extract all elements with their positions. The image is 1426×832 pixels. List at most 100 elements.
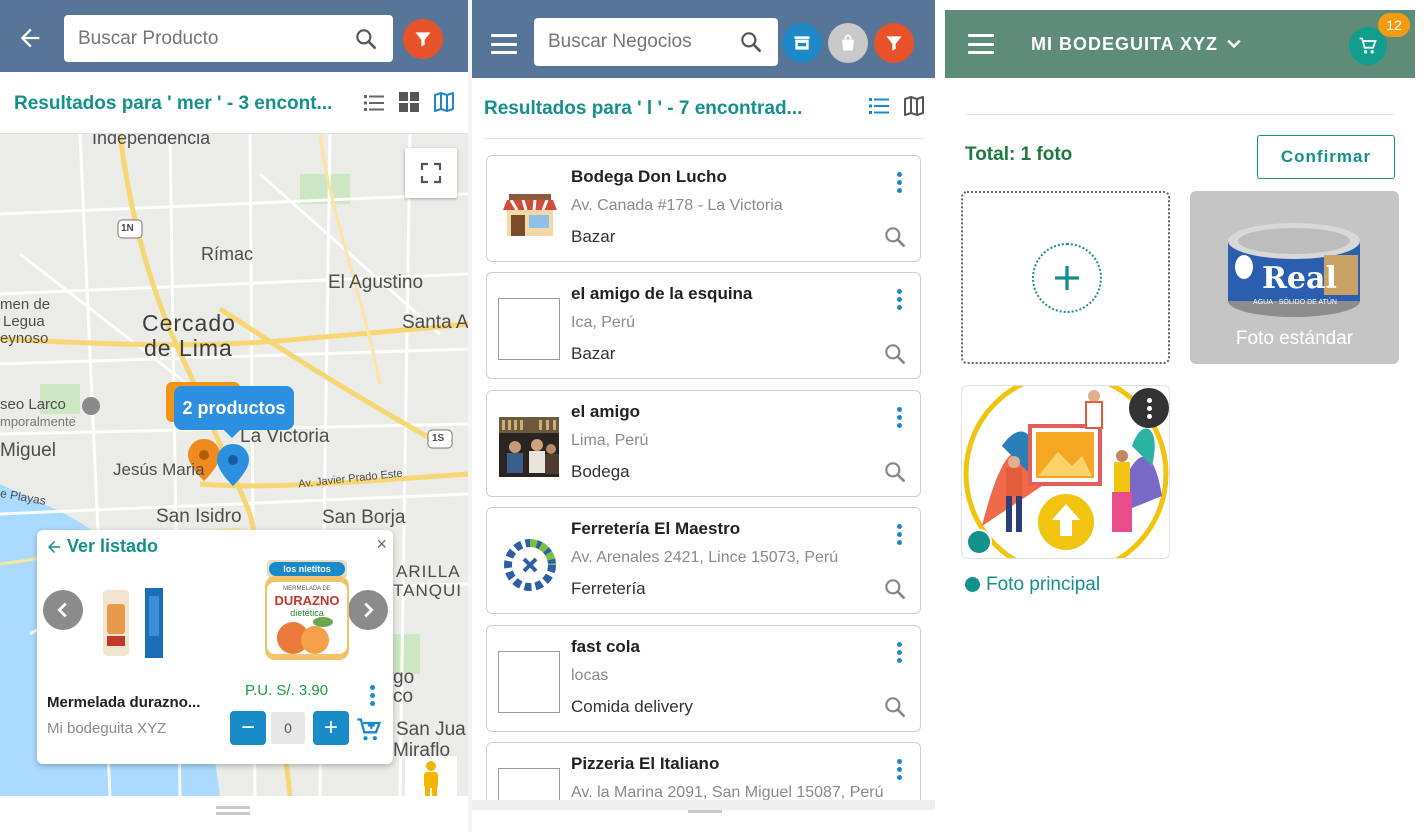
more-options-icon[interactable] (896, 407, 902, 428)
menu-icon[interactable] (968, 34, 994, 54)
product-card: Ver listado × los nietitos MERMELADA DE … (37, 530, 393, 764)
standard-photo-label: Foto estándar (1235, 328, 1354, 349)
map-label-cercado: Cercado (142, 310, 236, 336)
store-filter-button[interactable] (782, 23, 822, 63)
store-card[interactable]: Bodega Don Lucho Av. Canada #178 - La Vi… (486, 155, 921, 262)
can-brand-label: Real (1262, 261, 1337, 296)
map-label-jesus-maria: Jesús Maria (113, 460, 205, 479)
menu-icon[interactable] (491, 34, 517, 54)
store-card[interactable]: fast cola locas Comida delivery (486, 625, 921, 732)
cluster-marker[interactable]: 2 productos (174, 386, 294, 430)
product-image-jam: los nietitos MERMELADA DE DURAZNO dietét… (263, 560, 351, 660)
standard-photo-tile[interactable]: Real AGUA · SÓLIDO DE ATÚN Foto estándar (1190, 191, 1399, 364)
increase-qty-button[interactable]: + (313, 711, 349, 745)
map-label-independencia: Independencia (92, 134, 211, 148)
filter-button[interactable] (874, 23, 914, 63)
more-options-icon[interactable] (369, 685, 375, 706)
more-options-icon[interactable] (896, 172, 902, 193)
map-label-santa-anita: Santa A (402, 312, 468, 333)
search-input[interactable]: Buscar Negocios (534, 18, 778, 66)
store-card[interactable]: el amigo Lima, Perú Bodega (486, 390, 921, 497)
back-arrow-icon[interactable] (16, 24, 44, 52)
product-name[interactable]: Mermelada durazno... (47, 694, 200, 711)
close-icon[interactable]: × (376, 534, 387, 555)
map-label-temporalmente: mporalmente (0, 414, 76, 429)
drag-handle[interactable] (688, 810, 722, 813)
chevron-right-icon (364, 602, 374, 618)
map-label-co: co (393, 686, 414, 707)
cluster-label: 2 productos (182, 397, 286, 418)
more-options-icon[interactable] (896, 524, 902, 545)
map-label-tanqui: TANQUI (393, 581, 462, 600)
search-input[interactable]: Buscar Producto (64, 15, 393, 62)
bag-filter-button[interactable] (828, 23, 868, 63)
fullscreen-button[interactable] (405, 148, 457, 198)
store-name: Pizzeria El Italiano (571, 754, 720, 773)
search-placeholder: Buscar Negocios (548, 31, 692, 52)
ver-listado-link[interactable]: Ver listado (45, 536, 158, 557)
carousel-prev-button[interactable] (43, 590, 83, 630)
panel-separator (935, 0, 945, 832)
search-icon[interactable] (353, 26, 379, 52)
jar-line3: dietética (290, 608, 324, 618)
filter-button[interactable] (403, 19, 443, 59)
jar-line1: MERMELADA DE (283, 586, 331, 592)
quantity-value[interactable]: 0 (271, 712, 305, 744)
list-view-icon[interactable] (362, 91, 386, 115)
search-icon[interactable] (882, 341, 908, 367)
more-options-icon[interactable] (896, 759, 902, 780)
list-view-icon[interactable] (867, 94, 891, 118)
store-address: locas (571, 667, 609, 684)
photo-total: Total: 1 foto (965, 144, 1073, 165)
store-card[interactable]: Ferretería El Maestro Av. Arenales 2421,… (486, 507, 921, 614)
map-label-eynoso: eynoso (0, 330, 49, 347)
confirm-button[interactable]: Confirmar (1257, 135, 1395, 179)
cart-count-badge: 12 (1378, 13, 1410, 37)
store-image (498, 181, 560, 243)
main-photo-indicator[interactable] (966, 529, 992, 555)
shop-title[interactable]: MI BODEGUITA XYZ (1031, 34, 1218, 55)
more-options-icon[interactable] (896, 642, 902, 663)
gear-logo-icon (504, 539, 556, 591)
store-category: Bodega (571, 462, 630, 481)
add-photo-button[interactable] (1032, 243, 1102, 313)
right-margin (1415, 0, 1426, 832)
more-options-icon[interactable] (896, 289, 902, 310)
store-image (498, 533, 560, 595)
store-category: Bazar (571, 344, 616, 363)
can-sub-label: AGUA · SÓLIDO DE ATÚN (1253, 299, 1337, 306)
map-view-icon[interactable] (432, 90, 456, 114)
shopping-bag-icon (842, 34, 854, 51)
drag-handle-line (216, 812, 250, 815)
store-name: el amigo (571, 402, 640, 421)
search-icon[interactable] (882, 459, 908, 485)
divider (965, 114, 1395, 115)
search-icon[interactable] (882, 224, 908, 250)
ver-listado-label: Ver listado (67, 536, 159, 556)
search-icon[interactable] (738, 29, 764, 55)
divider (484, 138, 924, 139)
photo-options-button[interactable] (1129, 388, 1169, 428)
map-label-el-agustino: El Agustino (328, 272, 424, 293)
jar-line2: DURAZNO (274, 593, 340, 608)
grid-view-icon[interactable] (397, 90, 421, 114)
more-options-icon (1146, 397, 1152, 419)
search-icon[interactable] (882, 694, 908, 720)
map-label-san-isidro: San Isidro (156, 506, 242, 527)
store-address: Av. Arenales 2421, Lince 15073, Perú (571, 549, 839, 566)
filter-icon (415, 32, 431, 47)
add-photo-tile[interactable] (961, 191, 1170, 364)
main-photo-tile[interactable] (961, 385, 1170, 559)
search-icon[interactable] (882, 576, 908, 602)
search-placeholder: Buscar Producto (78, 27, 219, 49)
carousel-next-button[interactable] (348, 590, 388, 630)
add-to-cart-icon[interactable] (355, 716, 383, 744)
store-card[interactable]: el amigo de la esquina Ica, Perú Bazar (486, 272, 921, 379)
drag-handle[interactable] (216, 806, 250, 809)
decrease-qty-button[interactable]: − (230, 711, 266, 745)
map-view-icon[interactable] (902, 94, 926, 118)
route-1n-label: 1N (121, 223, 134, 234)
product-image-bread (103, 588, 163, 658)
chevron-down-icon[interactable] (1224, 34, 1244, 54)
fullscreen-icon (420, 162, 442, 184)
